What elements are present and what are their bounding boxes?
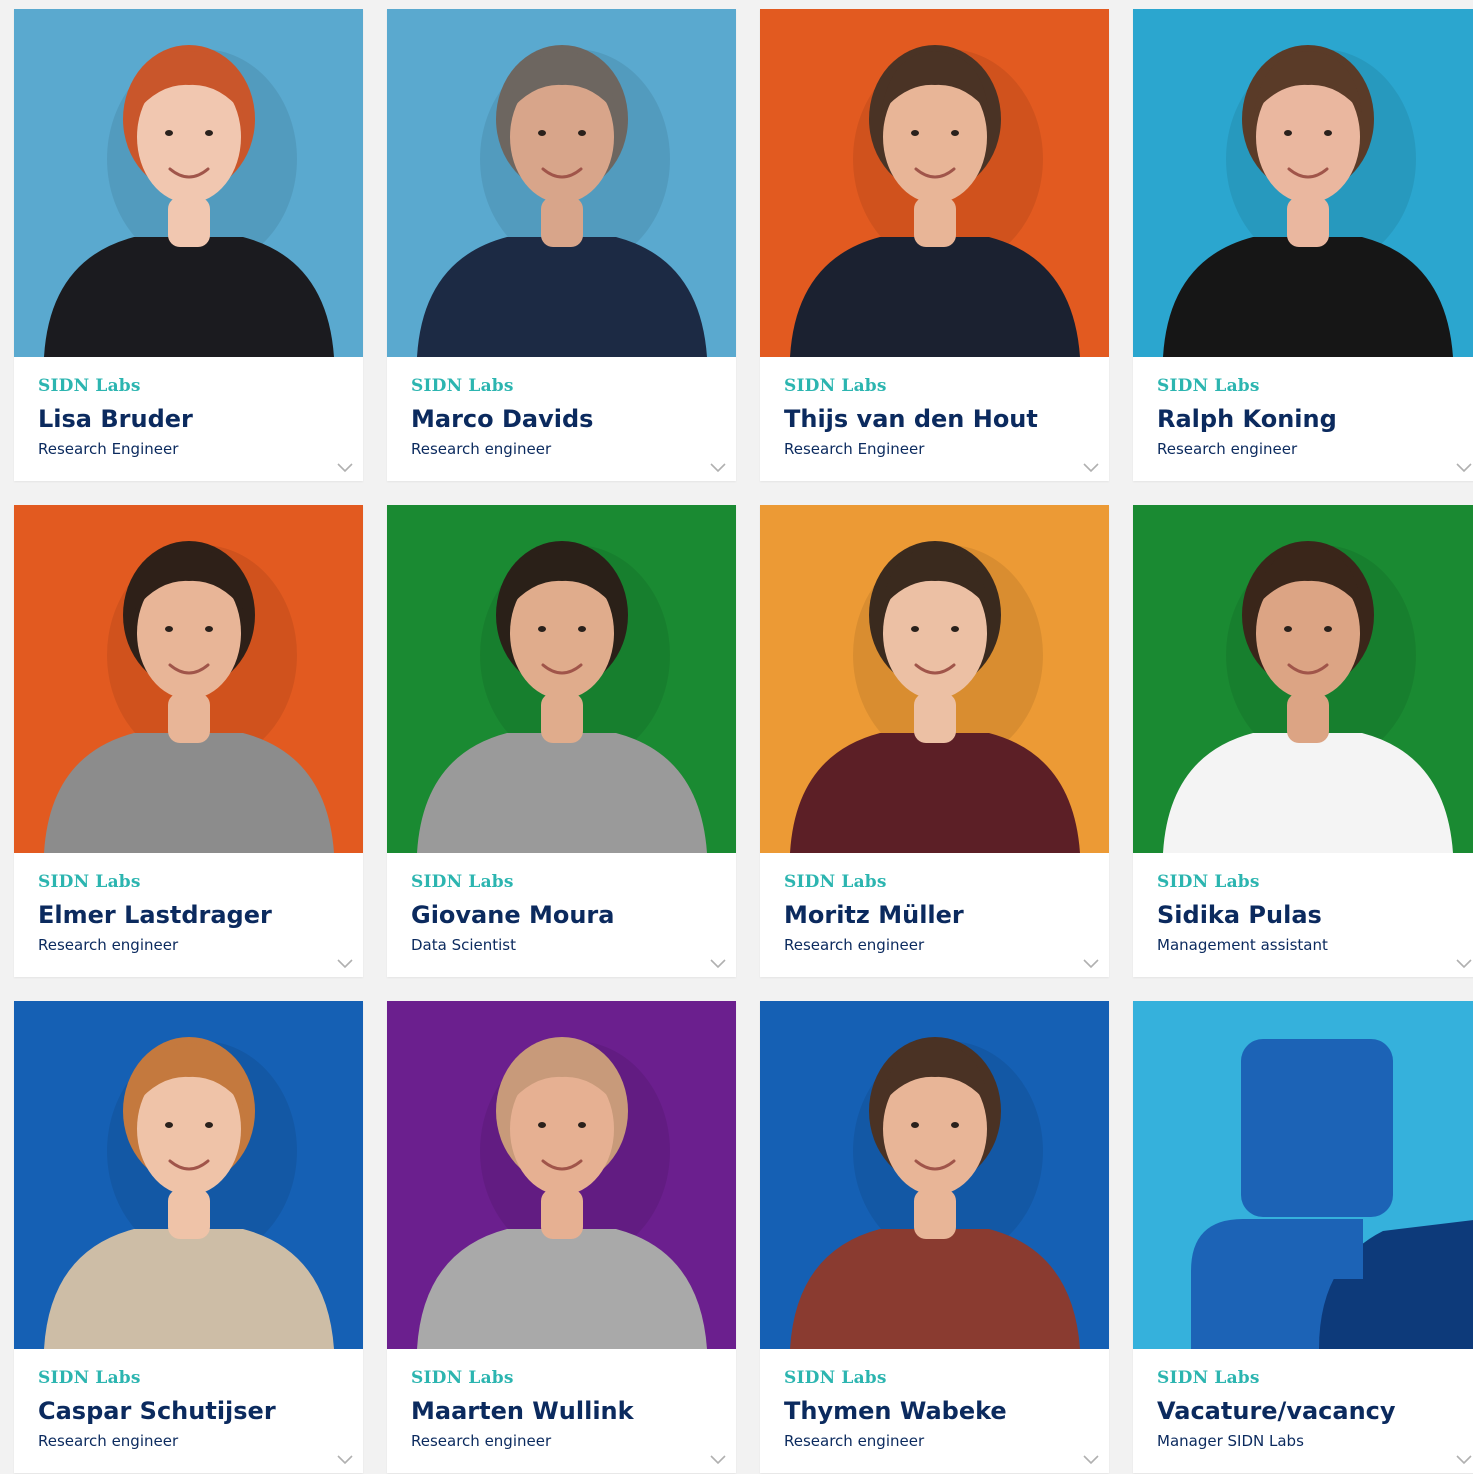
member-name: Moritz Müller: [784, 901, 964, 929]
member-name: Thijs van den Hout: [784, 405, 1038, 433]
member-organization: SIDN Labs: [38, 376, 141, 396]
member-name: Maarten Wullink: [411, 1397, 634, 1425]
portrait-photo: [760, 9, 1109, 357]
member-name: Marco Davids: [411, 405, 594, 433]
portrait-photo: [387, 505, 736, 853]
member-organization: SIDN Labs: [38, 872, 141, 892]
member-name: Elmer Lastdrager: [38, 901, 272, 929]
chevron-down-icon[interactable]: [337, 959, 353, 969]
team-member-card[interactable]: SIDN Labs Ralph Koning Research engineer: [1133, 9, 1473, 481]
vacancy-placeholder-image: [1133, 1001, 1473, 1349]
vacancy-card[interactable]: SIDN Labs Vacature/vacancy Manager SIDN …: [1133, 1001, 1473, 1473]
member-role: Research Engineer: [38, 440, 179, 458]
member-organization: SIDN Labs: [411, 872, 514, 892]
team-grid: SIDN Labs Lisa Bruder Research Engineer …: [14, 9, 1473, 1473]
chevron-down-icon[interactable]: [710, 1455, 726, 1465]
portrait-photo: [14, 505, 363, 853]
team-member-card[interactable]: SIDN Labs Caspar Schutijser Research eng…: [14, 1001, 363, 1473]
chevron-down-icon[interactable]: [710, 463, 726, 473]
member-name: Sidika Pulas: [1157, 901, 1322, 929]
member-role: Research engineer: [411, 440, 552, 458]
member-name: Giovane Moura: [411, 901, 615, 929]
member-role: Research engineer: [784, 936, 925, 954]
team-member-card[interactable]: SIDN Labs Thijs van den Hout Research En…: [760, 9, 1109, 481]
portrait-photo: [1133, 505, 1473, 853]
chevron-down-icon[interactable]: [337, 463, 353, 473]
chevron-down-icon[interactable]: [1083, 463, 1099, 473]
portrait-photo: [760, 1001, 1109, 1349]
member-organization: SIDN Labs: [38, 1368, 141, 1388]
chevron-down-icon[interactable]: [710, 959, 726, 969]
member-role: Management assistant: [1157, 936, 1328, 954]
team-member-card[interactable]: SIDN Labs Thymen Wabeke Research enginee…: [760, 1001, 1109, 1473]
portrait-photo: [14, 9, 363, 357]
team-member-card[interactable]: SIDN Labs Marco Davids Research engineer: [387, 9, 736, 481]
member-organization: SIDN Labs: [784, 872, 887, 892]
chevron-down-icon[interactable]: [1456, 1455, 1472, 1465]
chevron-down-icon[interactable]: [1456, 959, 1472, 969]
member-name: Vacature/vacancy: [1157, 1397, 1396, 1425]
member-role: Research engineer: [1157, 440, 1298, 458]
member-organization: SIDN Labs: [784, 376, 887, 396]
member-role: Data Scientist: [411, 936, 516, 954]
portrait-photo: [387, 1001, 736, 1349]
chevron-down-icon[interactable]: [1083, 1455, 1099, 1465]
team-member-card[interactable]: SIDN Labs Giovane Moura Data Scientist: [387, 505, 736, 977]
member-role: Research engineer: [411, 1432, 552, 1450]
chevron-down-icon[interactable]: [1083, 959, 1099, 969]
member-name: Ralph Koning: [1157, 405, 1337, 433]
member-organization: SIDN Labs: [1157, 1368, 1260, 1388]
team-member-card[interactable]: SIDN Labs Sidika Pulas Management assist…: [1133, 505, 1473, 977]
portrait-photo: [760, 505, 1109, 853]
member-organization: SIDN Labs: [1157, 872, 1260, 892]
team-member-card[interactable]: SIDN Labs Lisa Bruder Research Engineer: [14, 9, 363, 481]
chevron-down-icon[interactable]: [337, 1455, 353, 1465]
chevron-down-icon[interactable]: [1456, 463, 1472, 473]
portrait-photo: [387, 9, 736, 357]
team-member-card[interactable]: SIDN Labs Maarten Wullink Research engin…: [387, 1001, 736, 1473]
member-name: Caspar Schutijser: [38, 1397, 276, 1425]
member-role: Research engineer: [784, 1432, 925, 1450]
member-role: Manager SIDN Labs: [1157, 1432, 1304, 1450]
team-member-card[interactable]: SIDN Labs Elmer Lastdrager Research engi…: [14, 505, 363, 977]
member-role: Research engineer: [38, 1432, 179, 1450]
member-name: Lisa Bruder: [38, 405, 193, 433]
member-organization: SIDN Labs: [784, 1368, 887, 1388]
portrait-photo: [14, 1001, 363, 1349]
member-organization: SIDN Labs: [1157, 376, 1260, 396]
portrait-photo: [1133, 9, 1473, 357]
member-role: Research Engineer: [784, 440, 925, 458]
member-organization: SIDN Labs: [411, 1368, 514, 1388]
team-member-card[interactable]: SIDN Labs Moritz Müller Research enginee…: [760, 505, 1109, 977]
member-role: Research engineer: [38, 936, 179, 954]
member-organization: SIDN Labs: [411, 376, 514, 396]
member-name: Thymen Wabeke: [784, 1397, 1007, 1425]
